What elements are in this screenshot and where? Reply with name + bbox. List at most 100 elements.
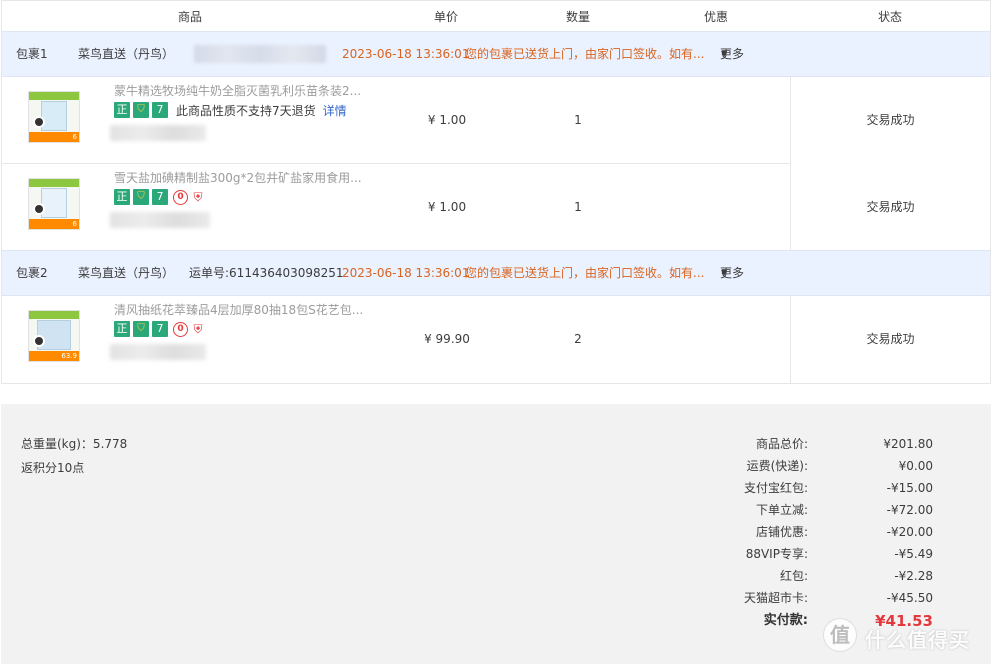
unit-price: ¥ 1.00 [427, 200, 467, 214]
genuine-badge[interactable]: 正 [114, 189, 130, 205]
zero-badge[interactable]: 0 [173, 321, 188, 337]
total-label: 实付款: [763, 613, 808, 628]
site-watermark: 值 什么值得买 [823, 616, 993, 660]
table-header: 商品 单价 数量 优惠 状态 [2, 0, 990, 32]
seven-day-badge[interactable]: 7 [152, 102, 168, 118]
thumb-price-bar [29, 132, 79, 142]
thumb-package [41, 101, 67, 131]
summary-row: 红包: -¥2.28 [701, 565, 941, 587]
product-thumbnail[interactable]: 6 [28, 91, 80, 143]
unit-price: ¥ 99.90 [424, 332, 470, 346]
thumb-banner [29, 179, 79, 187]
service-badges: 正 ⛉ 7 此商品性质不支持7天退货 详情 [114, 101, 347, 119]
total-weight: 总重量(kg)：5.778 [21, 437, 128, 451]
quantity: 2 [574, 332, 582, 346]
header-unit-price: 单价 [433, 10, 458, 24]
summary-value: ¥201.80 [883, 437, 933, 451]
summary-label: 红包: [779, 569, 808, 583]
header-discount: 优惠 [703, 10, 728, 24]
shield-icon[interactable]: ⛨ [191, 321, 205, 337]
service-badges: 正 ⛉ 7 0 ⛨ [114, 320, 205, 338]
summary-row: 运费(快递): ¥0.00 [701, 455, 941, 477]
package-header: 包裹1 菜鸟直送（丹鸟） 2023-06-18 13:36:01 您的包裹已送货… [2, 31, 990, 77]
product-thumbnail[interactable]: 63.9 [28, 310, 80, 362]
order-status: 交易成功 交易成功 [790, 77, 990, 251]
gold-icon[interactable]: ⛉ [133, 321, 149, 337]
summary-label: 天猫超市卡: [743, 591, 808, 605]
table-row: 63.9 清风抽纸花萃臻品4层加厚80抽18包S花艺包... 正 ⛉ 7 0 ⛨… [2, 296, 790, 383]
package-message: 您的包裹已送货上门，由家门口签收。如有... [465, 47, 705, 61]
thumb-mascot [33, 335, 45, 347]
sku-blurred [110, 344, 206, 360]
summary-label: 商品总价: [755, 437, 808, 451]
summary-label: 店铺优惠: [755, 525, 808, 539]
summary-value: -¥72.00 [886, 503, 933, 517]
gold-icon[interactable]: ⛉ [133, 102, 149, 118]
thumb-price: 63.9 [61, 352, 77, 360]
package-message: 您的包裹已送货上门，由家门口签收。如有... [465, 266, 705, 280]
summary-row: 88VIP专享: -¥5.49 [701, 543, 941, 565]
sku-blurred [110, 125, 206, 141]
table-row: 6 雪天盐加碘精制盐300g*2包井矿盐家用食用... 正 ⛉ 7 0 ⛨ ¥ … [2, 164, 790, 251]
summary-label: 下单立减: [755, 503, 808, 517]
product-title-link[interactable]: 蒙牛精选牧场纯牛奶全脂灭菌乳利乐苗条装2... [114, 83, 361, 99]
summary-value: ¥0.00 [898, 459, 933, 473]
package-time: 2023-06-18 13:36:01 [342, 266, 470, 280]
product-title-link[interactable]: 清风抽纸花萃臻品4层加厚80抽18包S花艺包... [114, 302, 363, 318]
thumb-banner [29, 92, 79, 100]
gold-icon[interactable]: ⛉ [133, 189, 149, 205]
package-header: 包裹2 菜鸟直送（丹鸟） 运单号:611436403098251 2023-06… [2, 250, 990, 296]
service-badges: 正 ⛉ 7 0 ⛨ [114, 188, 205, 206]
thumb-price-bar [29, 219, 79, 229]
shield-icon[interactable]: ⛨ [191, 189, 205, 205]
thumb-price: 6 [72, 220, 77, 228]
watermark-logo-icon: 值 [823, 618, 857, 652]
status-text: 交易成功 [866, 113, 915, 127]
table-row: 6 蒙牛精选牧场纯牛奶全脂灭菌乳利乐苗条装2... 正 ⛉ 7 此商品性质不支持… [2, 77, 790, 164]
product-title-link[interactable]: 雪天盐加碘精制盐300g*2包井矿盐家用食用... [114, 170, 362, 186]
package-name: 包裹2 [16, 266, 48, 280]
status-text: 交易成功 [866, 200, 915, 214]
summary-value: -¥45.50 [886, 591, 933, 605]
header-quantity: 数量 [565, 10, 590, 24]
summary-row: 商品总价: ¥201.80 [701, 433, 941, 455]
summary-row: 支付宝红包: -¥15.00 [701, 477, 941, 499]
product-thumbnail[interactable]: 6 [28, 178, 80, 230]
summary-label: 支付宝红包: [743, 481, 808, 495]
summary-label: 88VIP专享: [745, 547, 808, 561]
zero-badge[interactable]: 0 [173, 189, 188, 205]
tracking-number-blurred [194, 45, 326, 63]
thumb-mascot [33, 116, 45, 128]
summary-row: 下单立减: -¥72.00 [701, 499, 941, 521]
sku-blurred [110, 212, 210, 228]
tracking-number: 运单号:611436403098251 [189, 266, 344, 280]
summary-row: 天猫超市卡: -¥45.50 [701, 587, 941, 609]
genuine-badge[interactable]: 正 [114, 102, 130, 118]
package-time: 2023-06-18 13:36:01 [342, 47, 470, 61]
no-return-text: 此商品性质不支持7天退货 [176, 103, 316, 118]
unit-price: ¥ 1.00 [427, 113, 467, 127]
header-product: 商品 [177, 10, 202, 24]
thumb-banner [29, 311, 79, 319]
package-carrier: 菜鸟直送（丹鸟） [78, 266, 175, 280]
package-carrier: 菜鸟直送（丹鸟） [78, 47, 175, 61]
seven-day-badge[interactable]: 7 [152, 321, 168, 337]
summary-value: -¥2.28 [894, 569, 933, 583]
package-name: 包裹1 [16, 47, 48, 61]
reward-points: 返积分10点 [21, 461, 85, 475]
summary-row: 店铺优惠: -¥20.00 [701, 521, 941, 543]
chevron-down-icon: ▼ [721, 49, 728, 58]
chevron-down-icon: ▼ [721, 268, 728, 277]
seven-day-badge[interactable]: 7 [152, 189, 168, 205]
quantity: 1 [574, 113, 582, 127]
summary-value: -¥5.49 [894, 547, 933, 561]
quantity: 1 [574, 200, 582, 214]
header-status: 状态 [877, 10, 902, 24]
thumb-price: 6 [72, 133, 77, 141]
genuine-badge[interactable]: 正 [114, 321, 130, 337]
thumb-package [41, 188, 67, 218]
order-status: 交易成功 [790, 296, 990, 383]
summary-value: -¥20.00 [886, 525, 933, 539]
detail-link[interactable]: 详情 [323, 102, 347, 119]
summary-value: -¥15.00 [886, 481, 933, 495]
